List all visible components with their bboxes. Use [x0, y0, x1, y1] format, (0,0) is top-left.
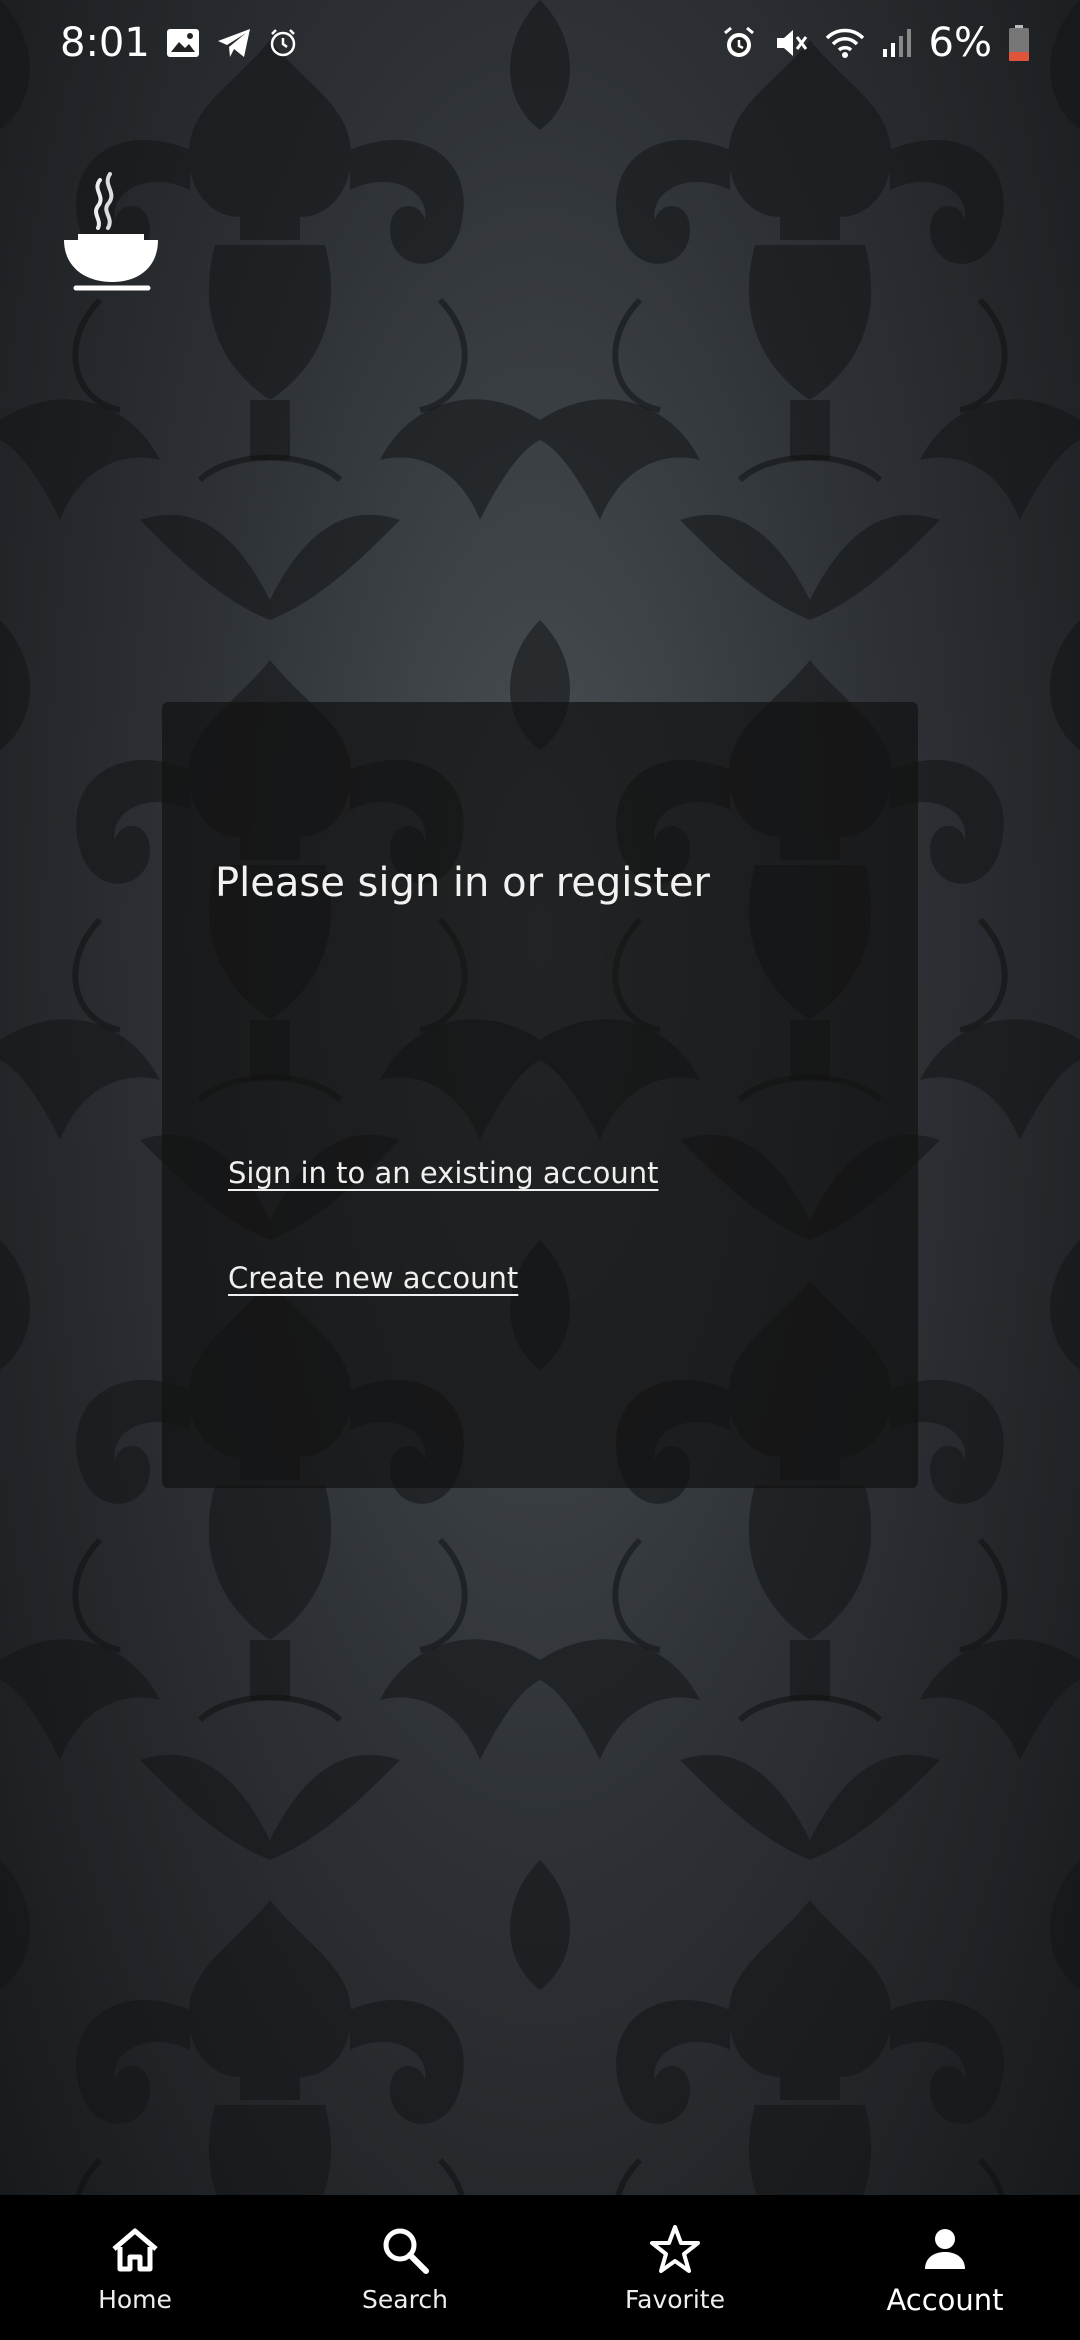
bottom-navigation: Home Search Favorite Account: [0, 2195, 1080, 2340]
sign-in-card: Please sign in or register Sign in to an…: [162, 702, 918, 1488]
nav-label-search: Search: [362, 2285, 448, 2314]
alarm-clock-icon: [268, 28, 298, 58]
nav-item-account[interactable]: Account: [810, 2195, 1080, 2340]
sign-in-existing-account-link[interactable]: Sign in to an existing account: [228, 1156, 658, 1190]
nav-label-favorite: Favorite: [625, 2285, 725, 2314]
nav-item-home[interactable]: Home: [0, 2195, 270, 2340]
status-left: 8:01: [60, 20, 298, 66]
person-icon: [918, 2223, 972, 2277]
nav-label-account: Account: [886, 2283, 1004, 2317]
alarm-icon: [721, 25, 757, 61]
telegram-icon: [216, 27, 252, 59]
create-new-account-link[interactable]: Create new account: [228, 1261, 518, 1295]
battery-low-icon: [1008, 24, 1030, 62]
coffee-cup-logo-icon: [62, 170, 162, 292]
signal-icon: [881, 27, 913, 59]
star-icon: [648, 2223, 702, 2277]
search-icon: [378, 2223, 432, 2277]
battery-percent: 6%: [928, 20, 992, 66]
nav-label-home: Home: [98, 2285, 172, 2314]
status-bar: 8:01 6%: [0, 0, 1080, 86]
mute-icon: [773, 25, 809, 61]
nav-item-favorite[interactable]: Favorite: [540, 2195, 810, 2340]
image-icon: [166, 28, 200, 58]
home-icon: [108, 2223, 162, 2277]
card-title: Please sign in or register: [215, 860, 710, 906]
status-time: 8:01: [60, 20, 150, 66]
status-right: 6%: [721, 20, 1030, 66]
wifi-icon: [825, 26, 865, 60]
nav-item-search[interactable]: Search: [270, 2195, 540, 2340]
